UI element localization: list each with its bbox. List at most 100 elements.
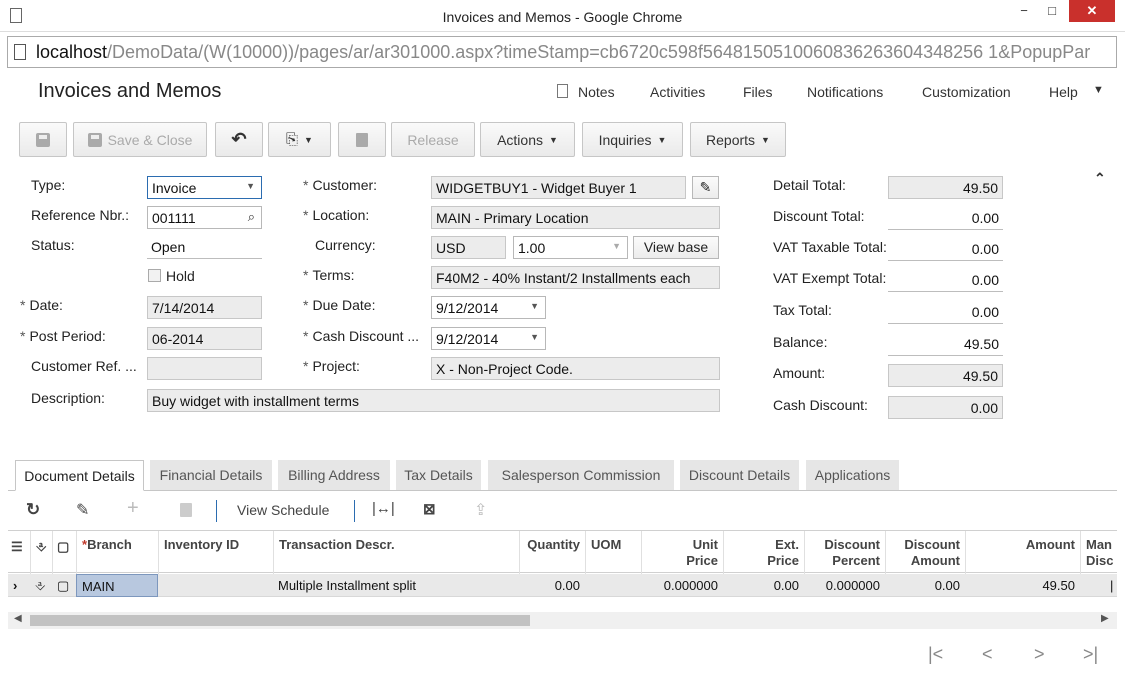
next-page-button[interactable]: > <box>1034 644 1045 665</box>
notes-link[interactable]: Notes <box>578 84 615 100</box>
col-inventory[interactable]: Inventory ID <box>158 531 273 574</box>
refnbr-input[interactable]: 001111 ⌕ <box>147 206 262 229</box>
terms-input[interactable]: F40M2 - 40% Instant/2 Installments each <box>431 266 720 289</box>
cell-branch[interactable]: MAIN <box>76 574 158 597</box>
hold-checkbox[interactable] <box>148 269 161 282</box>
delete-button[interactable] <box>338 122 386 157</box>
note-icon[interactable]: ▢ <box>52 574 76 597</box>
add-icon[interactable]: + <box>127 497 139 520</box>
clipboard-button[interactable]: ⎘ ▼ <box>268 122 331 157</box>
postperiod-input[interactable]: 06-2014 <box>147 327 262 350</box>
cell-quantity[interactable]: 0.00 <box>519 574 585 597</box>
col-amount[interactable]: Amount <box>965 531 1080 574</box>
col-ext-price[interactable]: Ext. Price <box>723 531 804 574</box>
date-input[interactable]: 7/14/2014 <box>147 296 262 319</box>
cashdisc-date-input[interactable]: 9/12/2014 ▼ <box>431 327 546 350</box>
cash-discount-value[interactable]: 0.00 <box>888 396 1003 419</box>
tab-tax-details[interactable]: Tax Details <box>396 460 481 491</box>
view-base-button[interactable]: View base <box>633 236 719 259</box>
inquiries-menu-button[interactable]: Inquiries ▼ <box>582 122 683 157</box>
maximize-button[interactable]: □ <box>1040 0 1064 22</box>
horizontal-scrollbar[interactable]: ◀ ▶ <box>8 612 1117 629</box>
address-url[interactable]: localhost/DemoData/(W(10000))/pages/ar/a… <box>36 42 1090 63</box>
help-link[interactable]: Help <box>1049 84 1078 100</box>
undo-button[interactable]: ↶ <box>215 122 263 157</box>
cell-ext-price[interactable]: 0.00 <box>723 574 804 597</box>
clipboard-icon: ⎘ <box>286 131 299 148</box>
scroll-right-icon[interactable]: ▶ <box>1101 613 1109 624</box>
attachment-icon[interactable]: ⎀ <box>30 531 52 574</box>
rate-select[interactable]: 1.00 ▼ <box>513 236 628 259</box>
reports-menu-button[interactable]: Reports ▼ <box>690 122 786 157</box>
tab-billing-address[interactable]: Billing Address <box>278 460 390 491</box>
col-uom[interactable]: UOM <box>585 531 641 574</box>
col-disc-pct[interactable]: Discount Percent <box>804 531 885 574</box>
refresh-icon[interactable]: ↻ <box>26 500 40 520</box>
cell-disc-pct[interactable]: 0.000000 <box>804 574 885 597</box>
search-icon[interactable]: ⌕ <box>248 209 255 225</box>
col-branch[interactable]: *Branch <box>76 531 158 574</box>
description-input[interactable]: Buy widget with installment terms <box>147 389 720 412</box>
location-input[interactable]: MAIN - Primary Location <box>431 206 720 229</box>
save-close-button[interactable]: Save & Close <box>73 122 207 157</box>
col-unit-price[interactable]: Unit Price <box>641 531 723 574</box>
attachment-icon[interactable]: ⎀ <box>30 574 52 597</box>
collapse-icon[interactable]: ⌃ <box>1094 170 1106 187</box>
rate-value: 1.00 <box>518 240 546 256</box>
duedate-input[interactable]: 9/12/2014 ▼ <box>431 296 546 319</box>
table-row[interactable]: › ⎀ ▢ MAIN Multiple Installment split 0.… <box>8 574 1117 597</box>
trash-icon[interactable] <box>180 503 192 520</box>
release-button[interactable]: Release <box>391 122 475 157</box>
scroll-left-icon[interactable]: ◀ <box>14 613 22 624</box>
address-bar[interactable]: localhost/DemoData/(W(10000))/pages/ar/a… <box>7 36 1117 68</box>
tab-applications[interactable]: Applications <box>806 460 899 491</box>
last-page-button[interactable]: >| <box>1083 644 1098 665</box>
upload-icon[interactable]: ⇪ <box>474 500 487 520</box>
chevron-down-icon: ▼ <box>612 241 621 251</box>
cell-descr[interactable]: Multiple Installment split <box>273 574 519 597</box>
actions-menu-button[interactable]: Actions ▼ <box>480 122 575 157</box>
amount-value[interactable]: 49.50 <box>888 364 1003 387</box>
close-button[interactable]: ✕ <box>1069 0 1115 22</box>
view-schedule-button[interactable]: View Schedule <box>237 502 329 518</box>
save-button[interactable] <box>19 122 67 157</box>
prev-page-button[interactable]: < <box>982 644 993 665</box>
col-disc-amt[interactable]: Discount Amount <box>885 531 965 574</box>
currency-input[interactable]: USD <box>431 236 506 259</box>
notifications-link[interactable]: Notifications <box>807 84 883 100</box>
tab-salesperson-commission[interactable]: Salesperson Commission <box>488 460 674 491</box>
row-selector-icon[interactable]: ☰ <box>8 531 30 574</box>
required-mark: * <box>303 297 309 313</box>
pencil-icon[interactable]: ✎ <box>76 500 89 520</box>
col-unit-price-l1: Unit <box>692 537 718 552</box>
edit-customer-button[interactable]: ✎ <box>692 176 719 199</box>
col-manual-discount[interactable]: Man Disc <box>1080 531 1117 574</box>
activities-link[interactable]: Activities <box>650 84 705 100</box>
type-select[interactable]: Invoice ▼ <box>147 176 262 199</box>
first-page-button[interactable]: |< <box>928 644 943 665</box>
chevron-down-icon[interactable]: ▼ <box>1093 84 1104 96</box>
cell-uom[interactable] <box>585 574 641 597</box>
fit-columns-icon[interactable]: |↔| <box>372 500 395 517</box>
cell-amount[interactable]: 49.50 <box>965 574 1080 597</box>
project-input[interactable]: X - Non-Project Code. <box>431 357 720 380</box>
vat-exempt-value: 0.00 <box>888 269 1003 292</box>
col-descr[interactable]: Transaction Descr. <box>273 531 519 574</box>
scrollbar-thumb[interactable] <box>30 615 530 626</box>
customer-input[interactable]: WIDGETBUY1 - Widget Buyer 1 <box>431 176 686 199</box>
tab-discount-details[interactable]: Discount Details <box>680 460 799 491</box>
col-quantity[interactable]: Quantity <box>519 531 585 574</box>
files-link[interactable]: Files <box>743 84 773 100</box>
cell-disc-amt[interactable]: 0.00 <box>885 574 965 597</box>
tab-document-details[interactable]: Document Details <box>15 460 144 491</box>
customization-link[interactable]: Customization <box>922 84 1011 100</box>
cell-unit-price[interactable]: 0.000000 <box>641 574 723 597</box>
excel-icon[interactable]: ⊠ <box>423 500 436 518</box>
notes-icon[interactable] <box>557 84 568 98</box>
custref-input[interactable] <box>147 357 262 380</box>
cell-manual-discount[interactable]: | <box>1108 574 1117 597</box>
minimize-button[interactable]: − <box>1012 0 1036 22</box>
note-icon[interactable]: ▢ <box>52 531 76 574</box>
tab-financial-details[interactable]: Financial Details <box>150 460 272 491</box>
cell-inventory[interactable] <box>158 574 273 597</box>
